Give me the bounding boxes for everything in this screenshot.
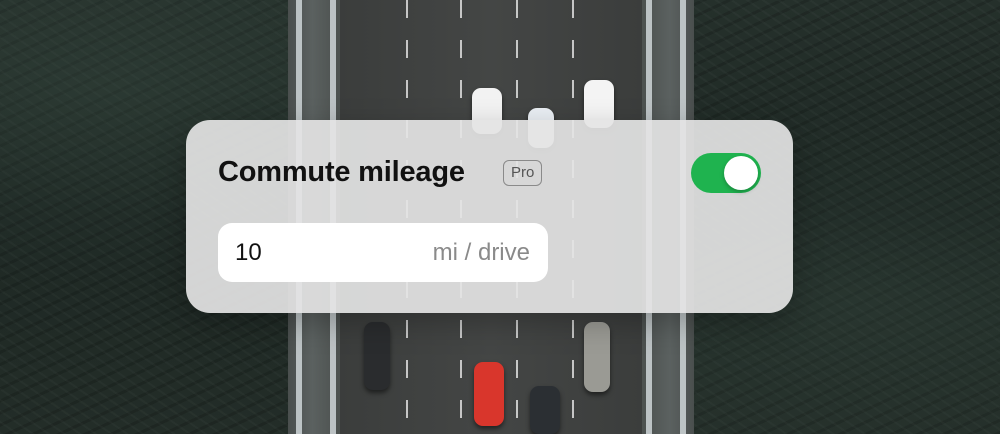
commute-mileage-card: Commute mileage Pro 10 mi / drive [186,120,793,313]
pro-badge: Pro [503,160,543,186]
mileage-value: 10 [235,239,262,266]
car [530,386,560,434]
commute-mileage-toggle[interactable] [691,153,761,193]
car [364,322,390,390]
mileage-unit: mi / drive [432,239,530,266]
toggle-knob [724,156,758,190]
setting-title: Commute mileage [218,156,465,188]
mileage-input[interactable]: 10 mi / drive [218,223,548,282]
car [474,362,504,426]
car [584,322,610,392]
